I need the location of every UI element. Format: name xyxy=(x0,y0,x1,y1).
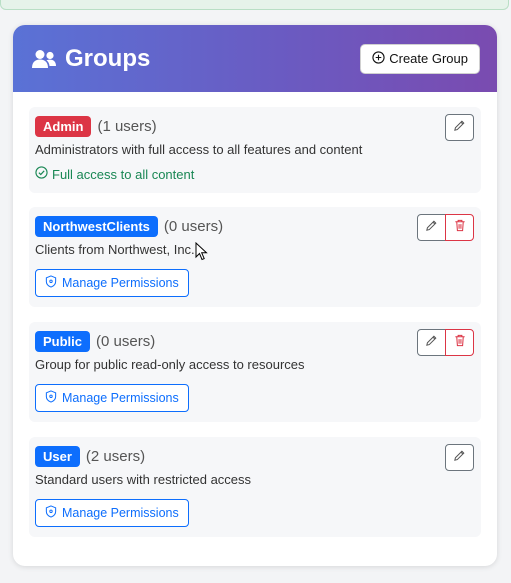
user-count: (0 users) xyxy=(96,333,156,350)
groups-card: Groups Create Group Admin (1 users) Admi… xyxy=(13,25,497,566)
group-actions xyxy=(445,444,474,471)
delete-button[interactable] xyxy=(445,214,474,241)
manage-permissions-button[interactable]: Manage Permissions xyxy=(35,269,189,297)
trash-icon xyxy=(454,219,466,237)
group-description: Clients from Northwest, Inc. xyxy=(35,242,195,257)
shield-icon xyxy=(45,275,57,291)
edit-button[interactable] xyxy=(417,329,446,356)
delete-button[interactable] xyxy=(445,329,474,356)
plus-circle-icon xyxy=(372,50,385,67)
page-title: Groups xyxy=(65,44,151,72)
group-description: Standard users with restricted access xyxy=(35,472,252,487)
full-access-note: Full access to all content xyxy=(35,166,481,182)
title-wrap: Groups xyxy=(31,45,150,73)
group-badge: Admin xyxy=(35,116,92,137)
group-actions xyxy=(445,114,474,141)
shield-icon xyxy=(45,505,57,521)
pencil-icon xyxy=(453,119,466,137)
full-access-text: Full access to all content xyxy=(52,166,195,182)
users-icon xyxy=(31,49,57,69)
group-description: Group for public read-only access to res… xyxy=(35,357,305,372)
group-badge: NorthwestClients xyxy=(35,216,158,237)
card-header: Groups Create Group xyxy=(13,25,497,92)
user-count: (0 users) xyxy=(163,218,224,235)
edit-button[interactable] xyxy=(445,444,474,471)
manage-permissions-button[interactable]: Manage Permissions xyxy=(35,499,189,527)
group-actions xyxy=(417,329,474,356)
group-public: Public (0 users) Group for public read-o… xyxy=(29,322,481,422)
create-group-label: Create Group xyxy=(389,51,468,66)
user-count: (2 users) xyxy=(85,448,146,465)
group-actions xyxy=(417,214,474,241)
manage-permissions-label: Manage Permissions xyxy=(62,506,179,520)
group-description: Administrators with full access to all f… xyxy=(35,142,363,157)
check-circle-icon xyxy=(35,166,48,182)
group-badge: Public xyxy=(35,331,91,352)
group-user: User (2 users) Standard users with restr… xyxy=(29,437,481,537)
pencil-icon xyxy=(425,334,438,352)
edit-button[interactable] xyxy=(445,114,474,141)
manage-permissions-label: Manage Permissions xyxy=(62,391,179,405)
pencil-icon xyxy=(425,219,438,237)
group-badge: User xyxy=(35,446,80,467)
trash-icon xyxy=(454,334,466,352)
pencil-icon xyxy=(453,449,466,467)
group-northwestclients: NorthwestClients (0 users) Clients from … xyxy=(29,207,481,307)
group-admin: Admin (1 users) Administrators with full… xyxy=(29,107,481,193)
mouse-cursor-icon xyxy=(195,241,209,267)
shield-icon xyxy=(45,390,57,406)
edit-button[interactable] xyxy=(417,214,446,241)
user-count: (1 users) xyxy=(97,118,157,135)
manage-permissions-button[interactable]: Manage Permissions xyxy=(35,384,189,412)
create-group-button[interactable]: Create Group xyxy=(360,43,480,74)
top-alert-strip xyxy=(0,0,509,10)
manage-permissions-label: Manage Permissions xyxy=(62,276,179,290)
